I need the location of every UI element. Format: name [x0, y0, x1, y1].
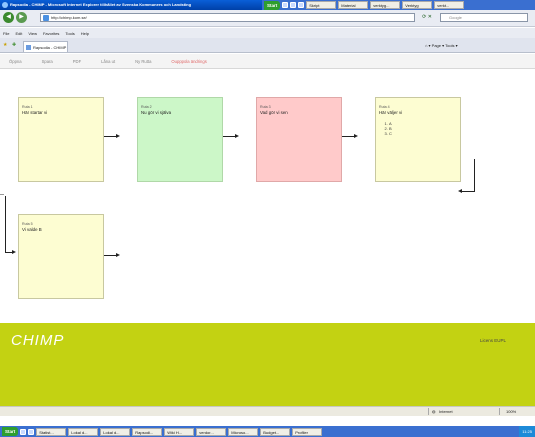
box-text: Nu gör vi själva	[141, 110, 172, 115]
refresh-stop-icons[interactable]: ⟳ ✕	[417, 13, 437, 22]
quicklaunch-icon[interactable]	[28, 428, 35, 435]
box-text: Vad gör vi sen	[260, 110, 288, 115]
start-button[interactable]: Start	[2, 427, 19, 436]
license-text[interactable]: Licens EUPL	[480, 338, 506, 343]
tab-rapsodia[interactable]: Rapsodia - CHIMP	[23, 41, 68, 52]
flow-arrow	[342, 133, 358, 139]
flow-box-3[interactable]: Ruta 3 Vad gör vi sen	[256, 97, 342, 182]
system-tray[interactable]: 11:25	[519, 426, 535, 437]
address-toolbar: ◀ ▶ http://chimp.kom.se/ ⟳ ✕ Google	[0, 10, 535, 27]
top-taskbar: Start Skript Material verktyg... Verktyg…	[262, 0, 535, 10]
nav-lend[interactable]: Låna ut	[92, 54, 126, 69]
flow-connector	[0, 194, 4, 195]
nav-undo-changes[interactable]: Oupppola ändrings	[162, 54, 217, 69]
flow-arrow	[104, 252, 120, 258]
address-url: http://chimp.kom.se/	[51, 15, 87, 20]
menu-view[interactable]: View	[28, 31, 37, 36]
app-footer	[0, 323, 535, 406]
taskbar-item[interactable]: Lokal d...	[100, 427, 131, 436]
forward-arrow-icon[interactable]: ▶	[16, 12, 27, 23]
taskbar-item[interactable]: verktyg...	[370, 1, 401, 9]
flow-arrowhead	[458, 189, 462, 193]
chimp-logo: CHIMP	[11, 332, 65, 349]
taskbar-item[interactable]: Statist...	[36, 427, 67, 436]
box-text: Här startar vi	[22, 110, 48, 115]
taskbar-item[interactable]: verkt...	[434, 1, 465, 9]
tab-bar: ★ ✚ Rapsodia - CHIMP ⌂ ▾ Page ▾ Tools ▾	[0, 38, 535, 53]
flow-box-1[interactable]: Ruta 1 Här startar vi	[18, 97, 104, 182]
search-placeholder: Google	[449, 15, 462, 20]
flow-arrow	[5, 249, 16, 255]
flow-connector	[474, 159, 476, 192]
taskbar-item[interactable]: Lokal d...	[68, 427, 99, 436]
flow-connector	[5, 196, 7, 252]
page-favicon	[43, 15, 49, 21]
taskbar-item[interactable]: Skript	[306, 1, 337, 9]
taskbar-item[interactable]: Verktyg	[402, 1, 433, 9]
quicklaunch-icon[interactable]	[282, 2, 289, 8]
menu-favorites[interactable]: Favorites	[43, 31, 59, 36]
taskbar-item[interactable]: Budget...	[260, 427, 291, 436]
flow-canvas: Ruta 1 Här startar vi Ruta 2 Nu gör vi s…	[0, 69, 535, 323]
app-nav: Öppna Spara PDF Låna ut Ny Rutta Oupppol…	[0, 54, 535, 69]
window-title: Rapsodia - CHIMP - Microsoft Internet Ex…	[10, 2, 192, 7]
tab-label: Rapsodia - CHIMP	[33, 45, 67, 50]
box-text: Vi valde B	[22, 227, 42, 232]
menu-bar: File Edit View Favorites Tools Help	[0, 28, 535, 38]
status-bar: ◍ Internet 100%	[0, 406, 535, 416]
search-input[interactable]: Google	[440, 13, 528, 22]
address-input[interactable]: http://chimp.kom.se/	[40, 13, 415, 22]
nav-new-box[interactable]: Ny Rutta	[126, 54, 162, 69]
ie-icon	[2, 2, 8, 8]
flow-arrow	[104, 133, 120, 139]
flow-box-5[interactable]: Ruta 5 Vi valde B	[18, 214, 104, 299]
favorites-star-icon[interactable]: ★	[3, 42, 7, 48]
window-titlebar: Rapsodia - CHIMP - Microsoft Internet Ex…	[0, 0, 262, 10]
zoom-value: 100%	[506, 409, 517, 414]
taskbar-item[interactable]: Material	[338, 1, 369, 9]
back-arrow-icon[interactable]: ◀	[3, 12, 14, 23]
box-text: Här väljer vi	[379, 110, 403, 115]
flow-connector	[461, 191, 475, 193]
quicklaunch-icon[interactable]	[298, 2, 305, 8]
taskbar-item[interactable]: Wiki H...	[164, 427, 195, 436]
nav-pdf[interactable]: PDF	[64, 54, 92, 69]
nav-save[interactable]: Spara	[33, 54, 64, 69]
box-choice-list: A B C	[389, 121, 457, 136]
flow-arrow	[223, 133, 239, 139]
taskbar-item[interactable]: verdor...	[196, 427, 227, 436]
menu-edit[interactable]: Edit	[15, 31, 22, 36]
menu-file[interactable]: File	[3, 31, 9, 36]
flow-box-4[interactable]: Ruta 4 Här väljer vi A B C	[375, 97, 461, 182]
start-button[interactable]: Start	[264, 0, 281, 10]
quicklaunch-icon[interactable]	[20, 428, 27, 435]
taskbar-item[interactable]: Rapsodi...	[132, 427, 163, 436]
clock: 11:25	[522, 429, 532, 434]
flow-box-2[interactable]: Ruta 2 Nu gör vi själva	[137, 97, 223, 182]
home-icon[interactable]: ⌂ ▾	[425, 43, 432, 48]
command-bar-label: Page ▾ Tools ▾	[431, 43, 458, 48]
security-zone: ◍ Internet	[428, 408, 470, 415]
quicklaunch-icon[interactable]	[290, 2, 297, 8]
globe-icon: ◍	[432, 409, 436, 414]
add-favorite-icon[interactable]: ✚	[12, 42, 16, 48]
command-bar[interactable]: ⌂ ▾ Page ▾ Tools ▾	[425, 41, 535, 51]
bottom-taskbar: Start Statist... Lokal d... Lokal d... R…	[0, 426, 535, 437]
tab-favicon	[26, 45, 31, 50]
menu-help[interactable]: Help	[81, 31, 89, 36]
zoom-control[interactable]: 100%	[499, 408, 535, 415]
choice-item: C	[389, 131, 457, 136]
zone-label: Internet	[439, 409, 453, 414]
menu-tools[interactable]: Tools	[65, 31, 74, 36]
taskbar-item[interactable]: Microso...	[228, 427, 259, 436]
desktop-gap	[0, 416, 535, 426]
taskbar-item[interactable]: Profiler	[292, 427, 323, 436]
nav-open[interactable]: Öppna	[0, 54, 33, 69]
